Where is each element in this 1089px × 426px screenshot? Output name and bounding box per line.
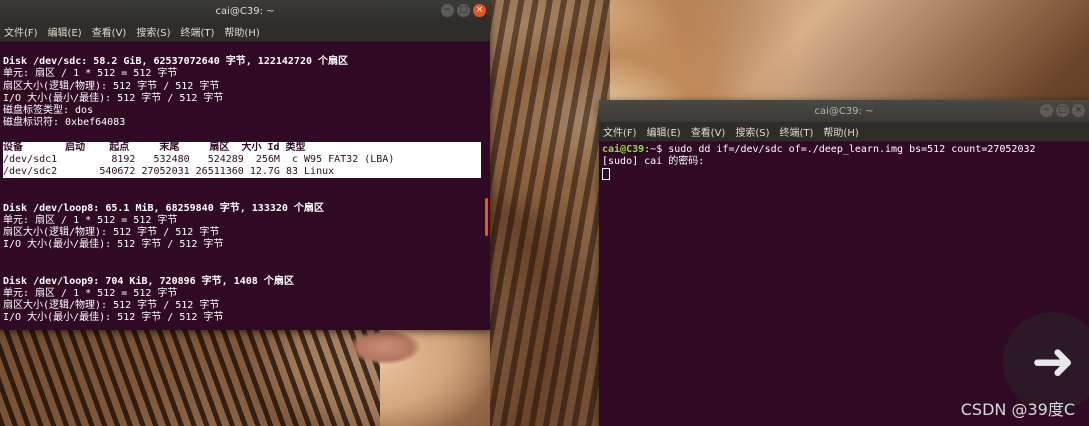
terminal-line: 扇区大小(逻辑/物理): 512 字节 / 512 字节 bbox=[3, 300, 220, 312]
terminal-line: I/O 大小(最小/最佳): 512 字节 / 512 字节 bbox=[3, 312, 224, 324]
maximize-button[interactable]: □ bbox=[457, 4, 470, 17]
terminal-output[interactable]: cai@C39:~$ sudo dd if=/dev/sdc of=./deep… bbox=[599, 142, 1089, 185]
terminal-line: 扇区大小(逻辑/物理): 512 字节 / 512 字节 bbox=[3, 226, 220, 238]
window-titlebar[interactable]: cai@C39: ~ − □ × bbox=[0, 0, 490, 22]
terminal-line: 单元: 扇区 / 1 * 512 = 512 字节 bbox=[3, 287, 178, 299]
terminal-line: 单元: 扇区 / 1 * 512 = 512 字节 bbox=[3, 68, 178, 80]
wallpaper-hair-lower bbox=[0, 330, 380, 426]
arrow-right-icon: ➜ bbox=[1031, 332, 1075, 392]
terminal-line: 磁盘标识符: 0xbef64083 bbox=[3, 117, 126, 129]
terminal-line: 磁盘标签类型: dos bbox=[3, 105, 94, 116]
close-button[interactable]: × bbox=[1072, 104, 1085, 117]
wallpaper-face bbox=[350, 330, 420, 364]
terminal-line: Disk /dev/loop8: 65.1 MiB, 68259840 字节, … bbox=[3, 202, 324, 214]
prompt-suffix: :~$ bbox=[644, 144, 669, 155]
menu-search[interactable]: 搜索(S) bbox=[136, 24, 170, 39]
menu-edit[interactable]: 编辑(E) bbox=[647, 124, 681, 139]
terminal-line: 单元: 扇区 / 1 * 512 = 512 字节 bbox=[3, 214, 178, 226]
terminal-line: /dev/sdc1 8192 532480 524289 256M c W95 … bbox=[3, 153, 481, 166]
close-button[interactable]: × bbox=[473, 4, 486, 17]
terminal-line: /dev/sdc2 540672 27052031 26511360 12.7G… bbox=[3, 166, 481, 179]
shell-prompt: cai@C39 bbox=[602, 144, 645, 155]
minimize-button[interactable]: − bbox=[1040, 104, 1053, 117]
menu-terminal[interactable]: 终端(T) bbox=[780, 124, 814, 139]
menu-bar: 文件(F) 编辑(E) 查看(V) 搜索(S) 终端(T) 帮助(H) bbox=[599, 122, 1089, 142]
window-title: cai@C39: ~ bbox=[814, 105, 874, 117]
menu-terminal[interactable]: 终端(T) bbox=[181, 24, 215, 39]
menu-help[interactable]: 帮助(H) bbox=[224, 24, 259, 39]
terminal-window-left[interactable]: cai@C39: ~ − □ × 文件(F) 编辑(E) 查看(V) 搜索(S)… bbox=[0, 0, 490, 330]
terminal-line: Disk /dev/sdc: 58.2 GiB, 62537072640 字节,… bbox=[3, 56, 349, 68]
window-title: cai@C39: ~ bbox=[215, 5, 275, 17]
menu-file[interactable]: 文件(F) bbox=[4, 24, 38, 39]
menu-help[interactable]: 帮助(H) bbox=[823, 124, 858, 139]
window-titlebar[interactable]: cai@C39: ~ − □ × bbox=[599, 100, 1089, 122]
terminal-output[interactable]: Disk /dev/sdc: 58.2 GiB, 62537072640 字节,… bbox=[0, 42, 490, 327]
maximize-button[interactable]: □ bbox=[1056, 104, 1069, 117]
minimize-button[interactable]: − bbox=[441, 4, 454, 17]
terminal-line: I/O 大小(最小/最佳): 512 字节 / 512 字节 bbox=[3, 92, 224, 104]
wallpaper-hair bbox=[490, 0, 610, 426]
sudo-password-prompt: [sudo] cai 的密码: bbox=[602, 156, 705, 168]
menu-view[interactable]: 查看(V) bbox=[92, 24, 127, 39]
menu-edit[interactable]: 编辑(E) bbox=[48, 24, 82, 39]
terminal-line: 扇区大小(逻辑/物理): 512 字节 / 512 字节 bbox=[3, 80, 220, 92]
menu-file[interactable]: 文件(F) bbox=[603, 124, 637, 139]
command-text: sudo dd if=/dev/sdc of=./deep_learn.img … bbox=[668, 144, 1036, 155]
terminal-line: 设备 启动 起点 末尾 扇区 大小 Id 类型 bbox=[3, 141, 481, 154]
menu-bar: 文件(F) 编辑(E) 查看(V) 搜索(S) 终端(T) 帮助(H) bbox=[0, 22, 490, 42]
text-cursor[interactable] bbox=[602, 168, 610, 181]
scrollbar[interactable] bbox=[485, 198, 488, 236]
watermark: CSDN @39度C bbox=[960, 400, 1075, 419]
menu-search[interactable]: 搜索(S) bbox=[735, 124, 769, 139]
terminal-line: Disk /dev/loop9: 704 KiB, 720896 字节, 140… bbox=[3, 275, 294, 287]
terminal-line: I/O 大小(最小/最佳): 512 字节 / 512 字节 bbox=[3, 239, 224, 251]
menu-view[interactable]: 查看(V) bbox=[691, 124, 726, 139]
